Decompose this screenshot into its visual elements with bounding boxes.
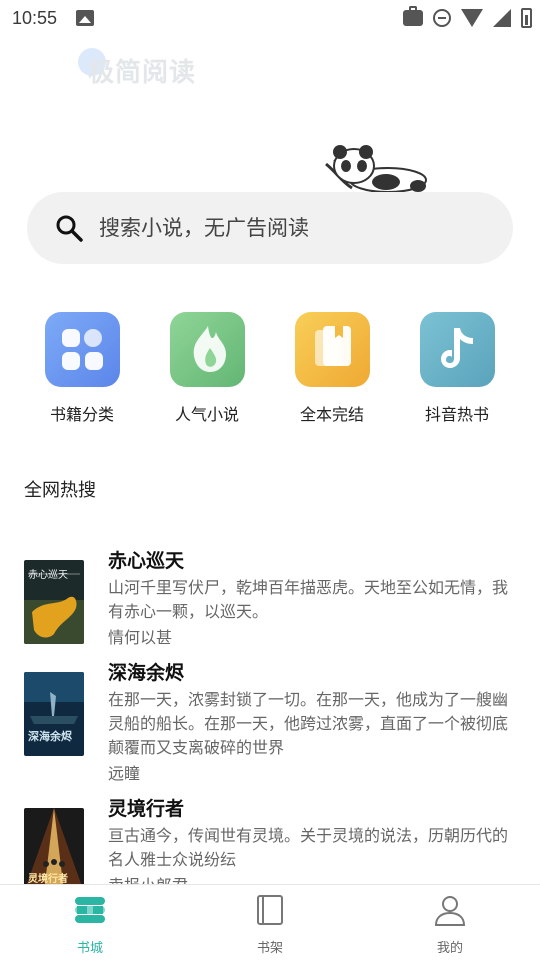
book-cover: 深海余烬: [24, 672, 84, 756]
book-title: 赤心巡天: [108, 550, 185, 572]
book-title: 深海余烬: [108, 662, 185, 684]
book-cover: 赤心巡天: [24, 560, 84, 644]
category-label: 全本完结: [299, 405, 364, 424]
flame-icon: [169, 312, 245, 387]
category-tiktok-hot-books[interactable]: 抖音热书: [402, 312, 512, 425]
book-item[interactable]: 赤心巡天 赤心巡天 山河千里写伏尸，乾坤百年描恶虎。天地至公如无情，我有赤心一颗…: [24, 546, 524, 647]
battery-icon: [521, 8, 532, 28]
bottom-navigation: 书城 书架 我的: [0, 884, 540, 961]
nav-label: 书城: [76, 941, 103, 956]
nav-label: 书架: [256, 941, 283, 956]
category-label: 书籍分类: [49, 405, 114, 424]
cell-signal-icon: [493, 9, 511, 27]
book-author: 远瞳: [108, 764, 141, 783]
nav-label: 我的: [436, 941, 463, 956]
book-description: 山河千里写伏尸，乾坤百年描恶虎。天地至公如无情，我有赤心一颗，以巡天。: [108, 578, 509, 621]
search-icon: [56, 215, 83, 242]
work-profile-icon: [403, 6, 423, 26]
book-description: 亘古通今，传闻世有灵境。关于灵境的说法，历朝历代的名人雅士众说纷纭: [108, 826, 509, 869]
section-title-hot-search: 全网热搜: [24, 480, 96, 501]
svg-text:赤心巡天: 赤心巡天: [28, 569, 68, 581]
book-item[interactable]: 深海余烬 深海余烬 在那一天，浓雾封锁了一切。在那一天，他成为了一艘幽灵船的船长…: [24, 658, 524, 783]
book-title: 灵境行者: [108, 798, 185, 820]
nav-tab-bookstore[interactable]: 书城: [0, 885, 180, 961]
category-label: 抖音热书: [424, 405, 489, 424]
panda-illustration-icon: [325, 145, 427, 193]
status-icons: [403, 6, 532, 30]
do-not-disturb-icon: [433, 9, 451, 27]
book-stack-icon: [294, 312, 370, 387]
bookstore-icon: [75, 897, 105, 923]
search-input[interactable]: [99, 208, 479, 248]
status-bar: 10:55: [0, 0, 540, 36]
bookshelf-icon: [257, 895, 283, 925]
book-author: 情何以甚: [108, 628, 173, 647]
category-completed-books[interactable]: 全本完结: [277, 312, 387, 425]
category-label: 人气小说: [174, 405, 239, 424]
category-book-classification[interactable]: 书籍分类: [27, 312, 137, 425]
tiktok-icon: [419, 312, 495, 387]
grid-icon: [44, 312, 120, 387]
photo-notification-icon: [76, 10, 94, 26]
book-item[interactable]: 灵境行者 灵境行者 亘古通今，传闻世有灵境。关于灵境的说法，历朝历代的名人雅士众…: [24, 794, 524, 895]
search-bar[interactable]: [27, 192, 513, 264]
nav-tab-mine[interactable]: 我的: [360, 885, 540, 961]
book-cover: 灵境行者: [24, 808, 84, 892]
user-icon: [434, 896, 466, 926]
category-popular-novels[interactable]: 人气小说: [152, 312, 262, 425]
wifi-icon: [461, 9, 483, 27]
svg-text:深海余烬: 深海余烬: [28, 729, 73, 743]
book-description: 在那一天，浓雾封锁了一切。在那一天，他成为了一艘幽灵船的船长。在那一天，他跨过浓…: [108, 690, 509, 757]
status-time: 10:55: [12, 8, 58, 28]
app-logo-text: 极简阅读: [88, 58, 197, 88]
nav-tab-bookshelf[interactable]: 书架: [180, 885, 360, 961]
